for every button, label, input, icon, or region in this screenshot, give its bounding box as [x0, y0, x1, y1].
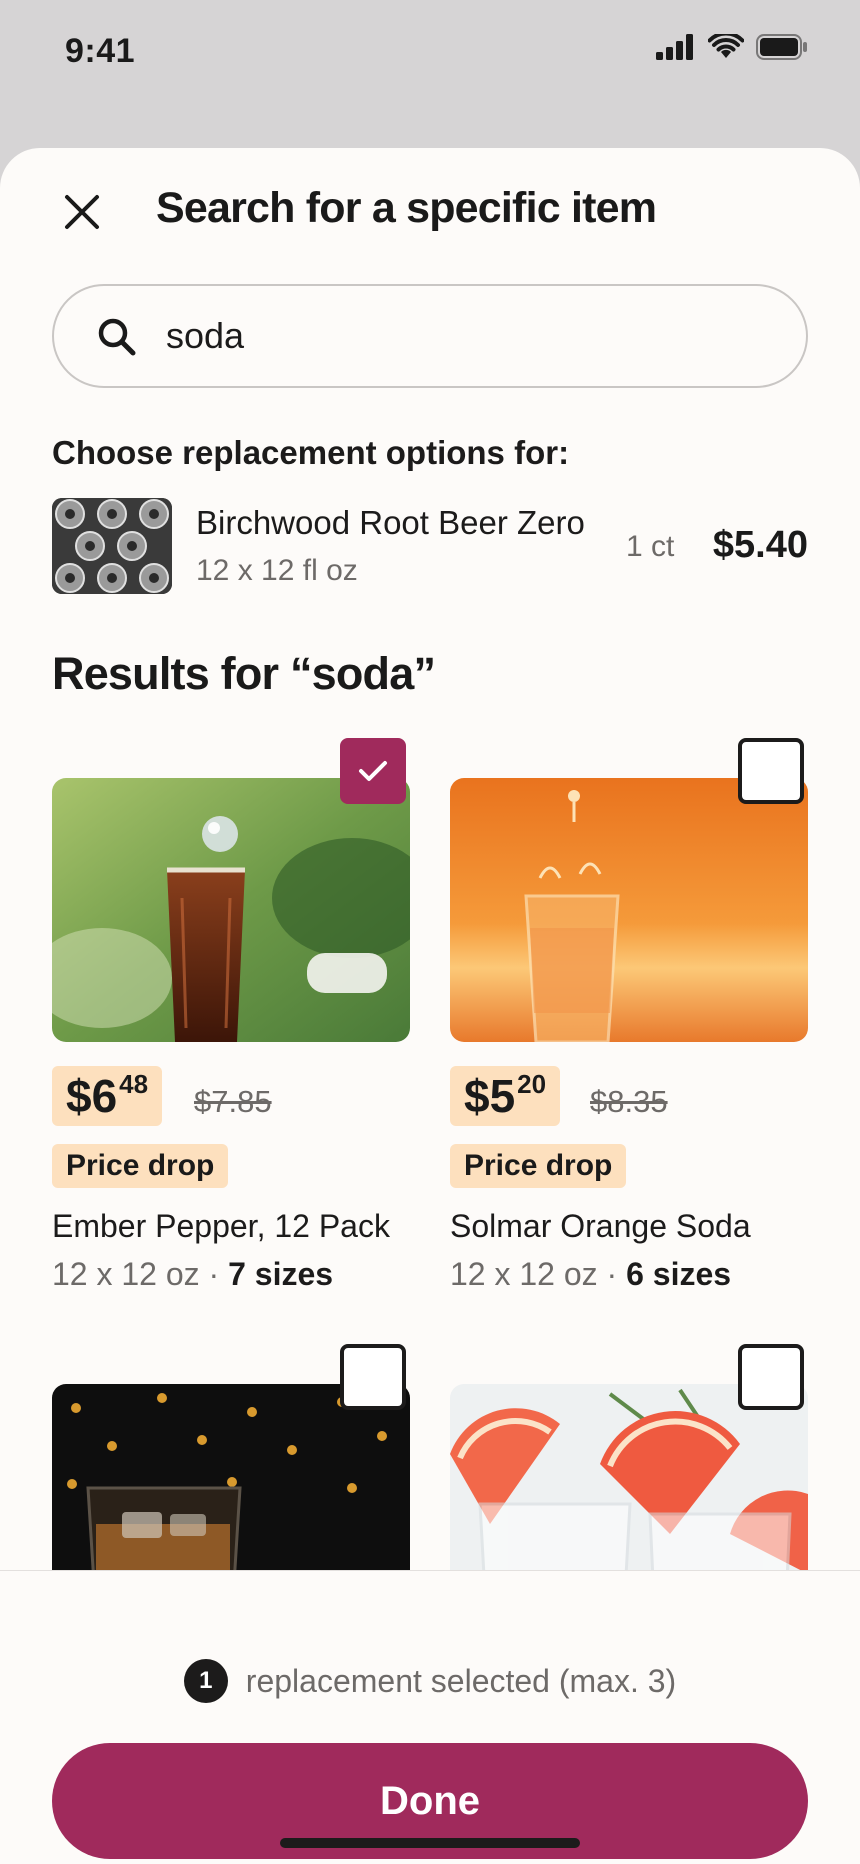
price-dollars: $5 — [464, 1070, 516, 1122]
sheet-title: Search for a specific item — [156, 184, 657, 232]
results-heading: Results for “soda” — [52, 648, 436, 699]
battery-icon — [756, 34, 807, 60]
product-sizes-count: 6 sizes — [626, 1256, 732, 1292]
original-item-price: $5.40 — [712, 524, 808, 566]
product-image — [450, 778, 808, 1042]
bottom-action-bar: 1 replacement selected (max. 3) Done — [0, 1570, 860, 1864]
price-drop-badge: Price drop — [450, 1144, 627, 1188]
product-image — [52, 778, 410, 1042]
original-price: $8.35 — [590, 1084, 668, 1119]
checkmark-icon — [359, 761, 387, 781]
select-checkbox[interactable] — [340, 738, 406, 804]
price-dollars: $6 — [66, 1070, 118, 1122]
choose-replacement-label: Choose replacement options for: — [52, 434, 570, 471]
selection-count-badge: 1 — [183, 1659, 228, 1703]
home-indicator — [280, 1838, 580, 1848]
original-item-image — [52, 498, 172, 594]
search-input[interactable] — [166, 310, 766, 362]
select-checkbox[interactable] — [738, 1344, 804, 1410]
product-size: 12 x 12 oz · 6 sizes — [450, 1256, 731, 1293]
original-item-size: 12 x 12 fl oz — [196, 554, 358, 587]
selection-text: replacement selected (max. 3) — [245, 1662, 677, 1699]
price-cents: 48 — [119, 1069, 149, 1099]
product-size-text: 12 x 12 oz · — [52, 1256, 229, 1292]
product-sizes-count: 7 sizes — [228, 1256, 334, 1292]
wifi-icon — [708, 34, 744, 58]
original-item-name: Birchwood Root Beer Zero — [196, 504, 585, 541]
product-name: Ember Pepper, 12 Pack — [52, 1208, 390, 1244]
status-time: 9:41 — [65, 32, 136, 70]
selection-summary: 1 replacement selected (max. 3) — [0, 1659, 860, 1703]
product-size: 12 x 12 oz · 7 sizes — [52, 1256, 333, 1293]
close-button[interactable] — [58, 188, 106, 236]
original-item-quantity: 1 ct — [626, 530, 675, 563]
product-size-text: 12 x 12 oz · — [450, 1256, 627, 1292]
current-price: $5 20 — [450, 1066, 561, 1126]
search-icon — [98, 318, 136, 356]
product-name: Solmar Orange Soda — [450, 1208, 751, 1244]
price-cents: 20 — [517, 1069, 547, 1099]
select-checkbox[interactable] — [340, 1344, 406, 1410]
status-bar: 9:41 — [0, 0, 860, 100]
select-checkbox[interactable] — [738, 738, 804, 804]
close-icon — [65, 195, 99, 229]
price-drop-badge: Price drop — [52, 1144, 229, 1188]
search-box[interactable] — [52, 284, 808, 388]
original-price: $7.85 — [194, 1084, 272, 1119]
status-icons — [656, 34, 808, 60]
current-price: $6 48 — [52, 1066, 163, 1126]
cellular-signal-icon — [656, 34, 693, 60]
